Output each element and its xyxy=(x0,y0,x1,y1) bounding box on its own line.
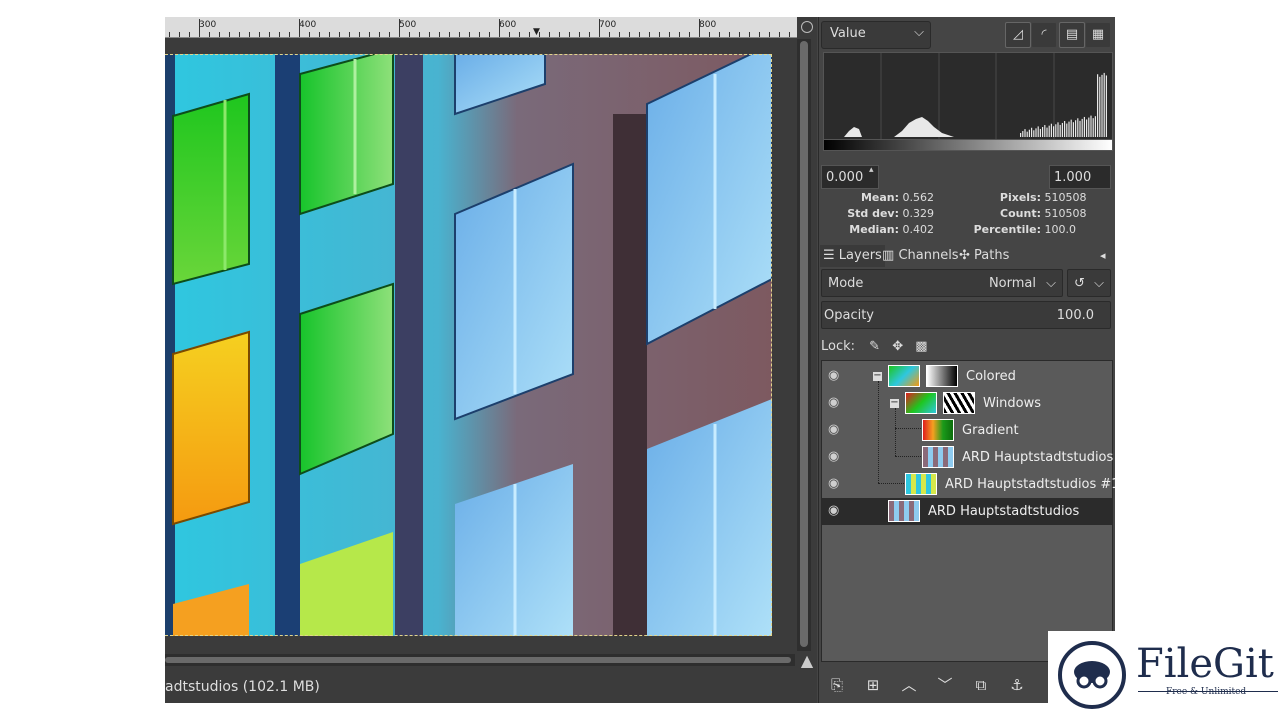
tab-channels[interactable]: ▥ Channels xyxy=(879,245,962,267)
chevron-down-icon: ⌵ xyxy=(1046,276,1056,291)
new-layer-icon[interactable]: ⎘ xyxy=(827,675,847,695)
lock-position-icon[interactable]: ✥ xyxy=(892,339,903,354)
gimp-window: 300 400 500 600 700 800 ▼ ▲ adtstudios (… xyxy=(165,17,1115,703)
duplicate-layer-icon[interactable]: ⧉ xyxy=(971,675,991,695)
layer-name: Windows xyxy=(983,396,1042,411)
layer-mask-thumbnail xyxy=(943,392,975,414)
building-photo xyxy=(165,54,772,636)
layer-item[interactable]: ◉ − Colored xyxy=(822,363,1112,390)
chevron-down-icon: ⌵ xyxy=(914,25,924,40)
histogram-view-icon[interactable]: ▤ xyxy=(1059,22,1085,48)
log-histogram-icon[interactable]: ◜ xyxy=(1031,22,1057,48)
lock-pixels-icon[interactable]: ✎ xyxy=(869,339,880,354)
raise-layer-icon[interactable]: ︿ xyxy=(899,675,919,695)
layer-item-selected[interactable]: ◉ ARD Hauptstadtstudios xyxy=(822,498,1112,525)
layer-thumbnail xyxy=(905,392,937,414)
chevron-down-icon: ⌵ xyxy=(1094,276,1104,291)
histogram-stats-left: Mean: 0.562 Std dev: 0.329 Median: 0.402 xyxy=(847,191,934,236)
histogram-bars xyxy=(844,53,1107,139)
paths-icon: ✣ xyxy=(959,248,970,263)
filegit-watermark: FileGit Free & Unlimited xyxy=(1048,631,1280,720)
horizontal-ruler[interactable]: 300 400 500 600 700 800 ▼ xyxy=(165,17,797,38)
layer-name: Colored xyxy=(966,369,1016,384)
lock-alpha-icon[interactable]: ▩ xyxy=(915,339,927,354)
right-dock: Value ⌵ ◿ ◜ ▤ ▦ 0.000 ▴ 1.000 Mean: 0.56… xyxy=(818,17,1115,703)
layer-item[interactable]: ◉ ARD Hauptstadtstudios #1 xyxy=(822,471,1115,498)
watermark-brand: FileGit xyxy=(1136,641,1274,687)
ruler-label: 300 xyxy=(199,20,217,30)
tab-layers[interactable]: ☰ Layers xyxy=(820,245,885,267)
linear-histogram-icon[interactable]: ◿ xyxy=(1005,22,1031,48)
eye-icon[interactable]: ◉ xyxy=(828,368,842,384)
eye-icon[interactable]: ◉ xyxy=(828,449,842,465)
layers-list: ◉ − Colored ◉ − Windows ◉ Gradient ◉ ARD… xyxy=(821,360,1115,662)
layer-thumbnail xyxy=(905,473,937,495)
quick-mask-toggle[interactable] xyxy=(797,17,817,37)
layer-name: ARD Hauptstadtstudios #2 xyxy=(962,450,1115,465)
filegit-logo xyxy=(1058,641,1126,709)
layer-name: ARD Hauptstadtstudios xyxy=(928,504,1080,519)
horizontal-scrollbar[interactable] xyxy=(165,654,795,666)
tab-paths[interactable]: ✣ Paths xyxy=(956,245,1012,267)
vertical-scrollbar[interactable] xyxy=(797,39,811,651)
channel-value: Value xyxy=(830,26,866,41)
status-bar: adtstudios (102.1 MB) xyxy=(165,672,817,703)
layer-name: Gradient xyxy=(962,423,1019,438)
ruler-label: 800 xyxy=(699,20,717,30)
dock-tabs: ☰ Layers ▥ Channels ✣ Paths ◂ xyxy=(819,245,1115,267)
histogram-graph[interactable] xyxy=(823,52,1113,140)
range-low-spin-icon[interactable]: ▴ xyxy=(869,165,879,189)
opacity-slider[interactable]: Opacity 100.0 xyxy=(821,301,1111,329)
dock-menu-icon[interactable]: ◂ xyxy=(1097,245,1109,267)
channels-icon: ▥ xyxy=(882,248,895,263)
histogram-channel-select[interactable]: Value ⌵ xyxy=(821,21,931,49)
layer-thumbnail xyxy=(922,446,954,468)
layer-thumbnail xyxy=(888,500,920,522)
eye-icon[interactable]: ◉ xyxy=(828,476,842,492)
lock-bar: Lock: ✎ ✥ ▩ xyxy=(821,339,928,354)
eye-icon[interactable]: ◉ xyxy=(828,503,842,519)
histogram-range-gradient[interactable] xyxy=(823,139,1113,151)
layer-mask-thumbnail xyxy=(926,365,958,387)
layer-thumbnail xyxy=(888,365,920,387)
collapse-icon[interactable]: − xyxy=(890,398,899,408)
layer-name: ARD Hauptstadtstudios #1 xyxy=(945,477,1115,492)
lower-layer-icon[interactable]: ﹀ xyxy=(935,675,955,695)
range-high-input[interactable]: 1.000 xyxy=(1049,165,1111,189)
ruler-label: 400 xyxy=(299,20,317,30)
eye-icon[interactable]: ◉ xyxy=(828,395,842,411)
layer-item[interactable]: ◉ Gradient xyxy=(822,417,1112,444)
composite-mode-button[interactable]: ↺ ⌵ xyxy=(1067,269,1111,297)
layers-icon: ☰ xyxy=(823,248,835,263)
eye-icon[interactable]: ◉ xyxy=(828,422,842,438)
new-group-icon[interactable]: ⊞ xyxy=(863,675,883,695)
ruler-label: 500 xyxy=(399,20,417,30)
layer-mode-select[interactable]: Mode Normal ⌵ xyxy=(821,269,1063,297)
histogram-stats-right: Pixels: 510508 Count: 510508 Percentile:… xyxy=(973,191,1087,236)
layer-item[interactable]: ◉ ARD Hauptstadtstudios #2 xyxy=(822,444,1115,471)
watermark-tagline: Free & Unlimited xyxy=(1166,687,1247,697)
ruler-pointer-icon: ▼ xyxy=(533,27,540,37)
canvas-area: 300 400 500 600 700 800 ▼ ▲ adtstudios (… xyxy=(165,17,817,703)
ruler-label: 700 xyxy=(599,20,617,30)
navigate-icon[interactable]: ▲ xyxy=(797,651,817,671)
ruler-label: 600 xyxy=(499,20,517,30)
image-canvas[interactable] xyxy=(165,54,772,636)
anchor-layer-icon[interactable]: ⚓ xyxy=(1007,675,1027,695)
layer-thumbnail xyxy=(922,419,954,441)
histogram-view-alt-icon[interactable]: ▦ xyxy=(1085,22,1111,48)
collapse-icon[interactable]: − xyxy=(873,371,882,381)
layer-item[interactable]: ◉ − Windows xyxy=(822,390,1112,417)
reset-icon: ↺ xyxy=(1074,276,1085,291)
